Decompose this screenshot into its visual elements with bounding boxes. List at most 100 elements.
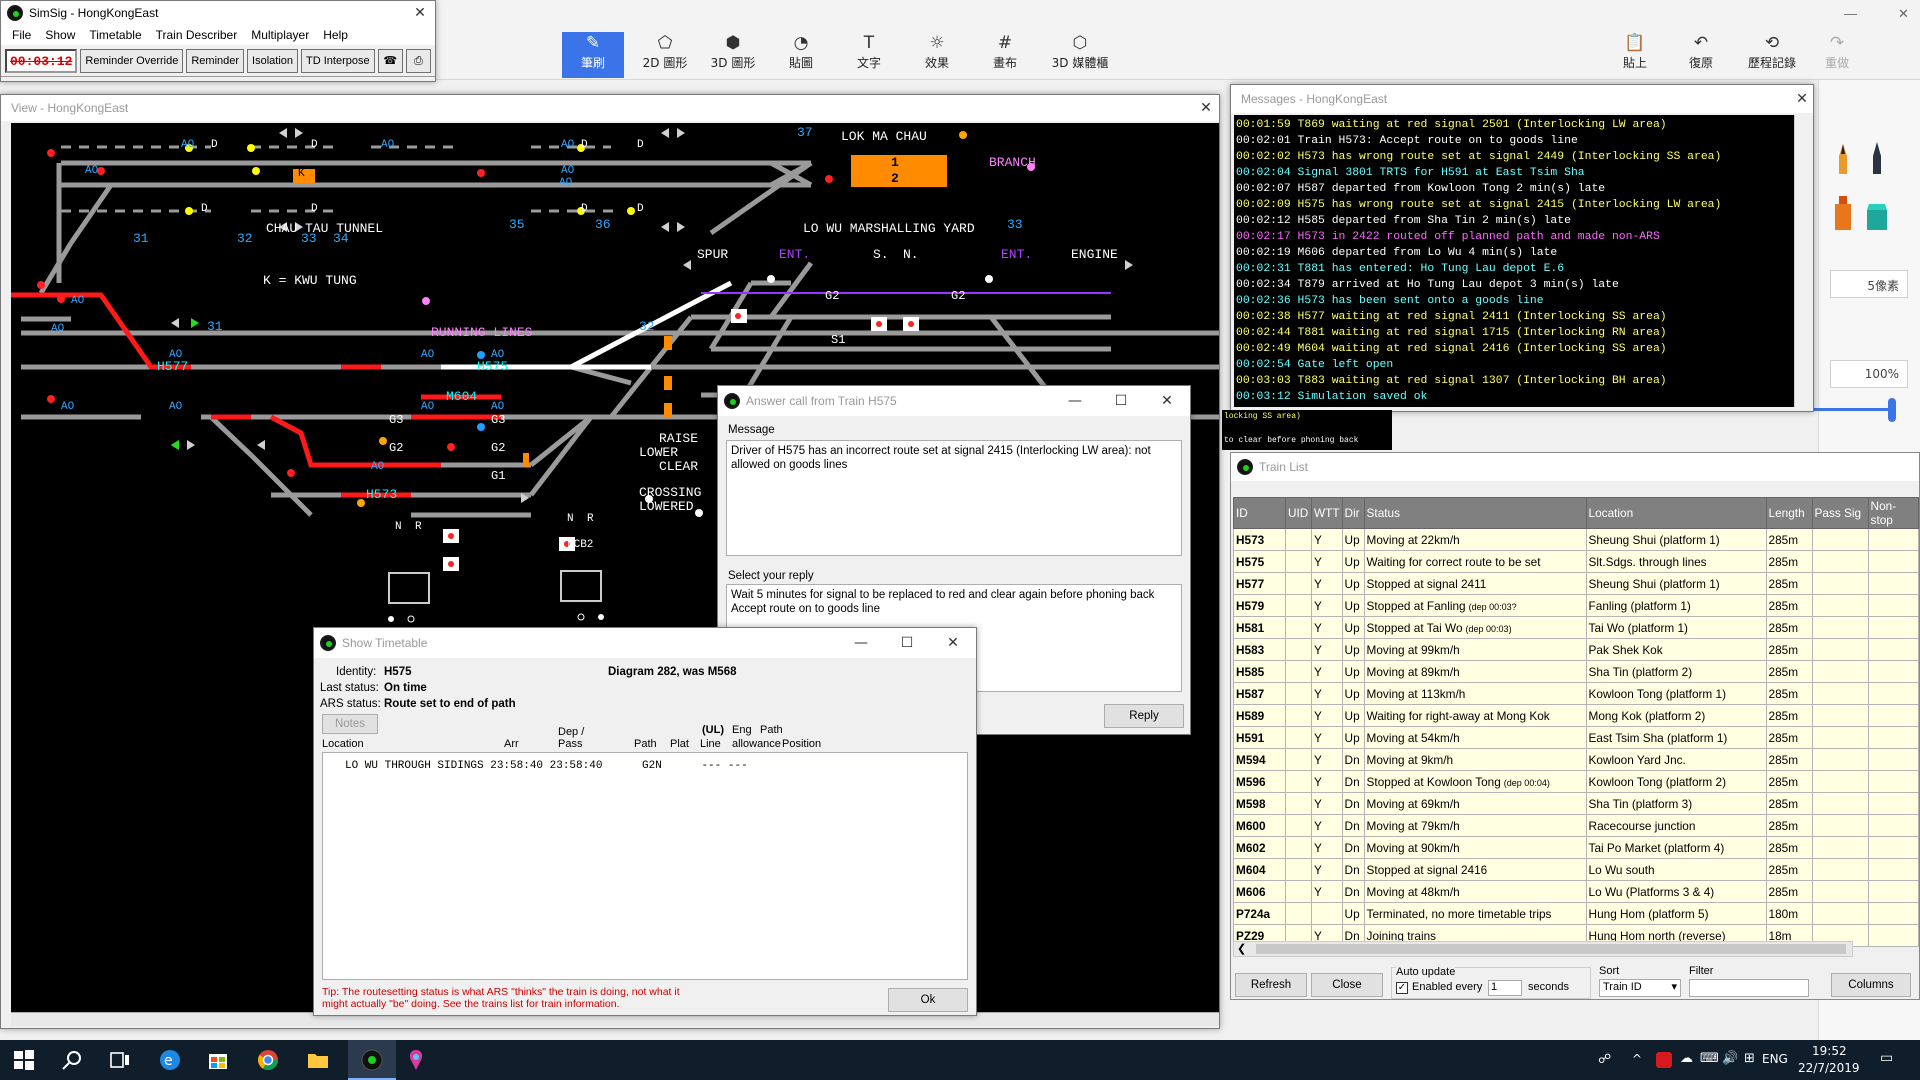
col-wtt[interactable]: WTT: [1311, 497, 1343, 529]
paste-button[interactable]: 📋 貼上: [1604, 32, 1666, 78]
train-row[interactable]: H589 Y Up Waiting for right-away at Mong Ko…: [1233, 704, 1920, 727]
interval-stepper[interactable]: 1: [1488, 980, 1522, 996]
train-row[interactable]: H583 Y Up Moving at 99km/h Pak Shek Kok 285m: [1233, 638, 1920, 661]
pen-icon[interactable]: [1865, 140, 1889, 176]
canvas-tool[interactable]: # 畫布: [974, 32, 1036, 78]
paint-3d-icon[interactable]: [404, 1048, 428, 1072]
people-icon[interactable]: ☍: [1598, 1052, 1611, 1067]
message-textbox[interactable]: Driver of H575 has an incorrect route se…: [726, 440, 1182, 556]
menu-train-describer[interactable]: Train Describer: [149, 25, 245, 45]
signal-number-36[interactable]: 36: [595, 217, 611, 232]
train-row[interactable]: M598 Y Dn Moving at 69km/h Sha Tin (platform…: [1233, 792, 1920, 815]
message-log[interactable]: 00:01:59 T869 waiting at red signal 2501…: [1234, 115, 1794, 407]
task-view-icon[interactable]: [108, 1048, 132, 1072]
col-dir[interactable]: Dir: [1341, 497, 1365, 529]
printer-icon[interactable]: ⎙: [405, 49, 431, 73]
bucket-icon[interactable]: [1865, 196, 1889, 232]
notes-button[interactable]: Notes: [322, 714, 378, 734]
thickness-field[interactable]: 5像素: [1830, 270, 1908, 298]
close-icon[interactable]: ✕: [930, 628, 976, 658]
sort-select[interactable]: Train ID ▾: [1599, 979, 1681, 997]
filter-input[interactable]: [1689, 979, 1809, 997]
history-button[interactable]: ⟲ 歷程記錄: [1736, 32, 1808, 78]
train-h575[interactable]: H575: [477, 359, 508, 374]
menu-help[interactable]: Help: [316, 25, 355, 45]
train-row[interactable]: P724a Up Terminated, no more timetable tri…: [1233, 902, 1920, 925]
train-row[interactable]: H585 Y Up Moving at 89km/h Sha Tin (platform…: [1233, 660, 1920, 683]
signal-number-31b[interactable]: 31: [207, 319, 223, 334]
signal-number-35[interactable]: 35: [509, 217, 525, 232]
isolation-button[interactable]: Isolation: [247, 49, 299, 73]
brush-tool[interactable]: ✎ 筆刷: [562, 32, 624, 78]
undo-button[interactable]: ↶ 復原: [1670, 32, 1732, 78]
reply-option[interactable]: Accept route on to goods line: [731, 602, 1177, 616]
redo-button[interactable]: ↷ 重做: [1806, 32, 1868, 78]
col-non-stop[interactable]: Non-stop: [1867, 497, 1920, 529]
reminder-button[interactable]: Reminder: [186, 49, 245, 73]
col-id[interactable]: ID: [1233, 497, 1286, 529]
text-tool[interactable]: T 文字: [838, 32, 900, 78]
train-row[interactable]: M596 Y Dn Stopped at Kowloon Tong (dep 00:04…: [1233, 770, 1920, 793]
close-icon[interactable]: ✕: [1898, 6, 1909, 22]
close-icon[interactable]: ✕: [405, 1, 435, 25]
train-row[interactable]: H573 Y Up Moving at 22km/h Sheung Shui (plat…: [1233, 528, 1920, 551]
signal-number-34[interactable]: 34: [333, 231, 349, 246]
reminder-override-button[interactable]: Reminder Override: [80, 49, 184, 73]
taskbar-simsig-active[interactable]: [348, 1040, 396, 1080]
train-row[interactable]: H577 Y Up Stopped at signal 2411 Sheung Shui…: [1233, 572, 1920, 595]
train-row[interactable]: M604 Y Dn Stopped at signal 2416 Lo Wu south…: [1233, 858, 1920, 881]
train-row[interactable]: H591 Y Up Moving at 54km/h East Tsim Sha (pl…: [1233, 726, 1920, 749]
minimize-icon[interactable]: —: [838, 628, 884, 658]
chrome-icon[interactable]: [256, 1048, 280, 1072]
2d-shape-tool[interactable]: ⬠ 2D 圖形: [634, 32, 696, 78]
maximize-icon[interactable]: ☐: [884, 628, 930, 658]
signal-number-32b[interactable]: 32: [639, 319, 655, 334]
store-icon[interactable]: [206, 1048, 230, 1072]
effects-tool[interactable]: ☼ 效果: [906, 32, 968, 78]
telephone-icon[interactable]: ☎: [377, 49, 403, 73]
3d-library-tool[interactable]: ⬡ 3D 媒體櫃: [1042, 32, 1118, 78]
train-row[interactable]: H587 Y Up Moving at 113km/h Kowloon Tong (pl…: [1233, 682, 1920, 705]
reply-option[interactable]: Wait 5 minutes for signal to be replaced…: [731, 588, 1177, 602]
clock-time[interactable]: 19:52: [1812, 1044, 1847, 1058]
marker-icon[interactable]: [1831, 140, 1855, 176]
ime-icon[interactable]: ⊞: [1744, 1051, 1755, 1066]
train-row[interactable]: H581 Y Up Stopped at Tai Wo (dep 00:03) Tai W…: [1233, 616, 1920, 639]
sticker-tool[interactable]: ◔ 貼圖: [770, 32, 832, 78]
menu-show[interactable]: Show: [38, 25, 82, 45]
signal-number-33[interactable]: 33: [1007, 217, 1023, 232]
search-icon[interactable]: [60, 1048, 84, 1072]
signal-number-31[interactable]: 31: [133, 231, 149, 246]
col-pass-sig[interactable]: Pass Sig: [1811, 497, 1869, 529]
chevron-up-icon[interactable]: ^: [1632, 1052, 1642, 1066]
close-button[interactable]: Close: [1311, 973, 1383, 997]
file-explorer-icon[interactable]: [306, 1048, 330, 1072]
chevron-left-icon[interactable]: ❮: [1237, 942, 1246, 955]
signal-number-33b[interactable]: 33: [301, 231, 317, 246]
auto-update-checkbox[interactable]: ✓: [1396, 982, 1408, 994]
3d-shape-tool[interactable]: ⬢ 3D 圖形: [702, 32, 764, 78]
onedrive-icon[interactable]: ☁: [1680, 1051, 1693, 1066]
volume-icon[interactable]: 🔊: [1722, 1051, 1738, 1066]
train-row[interactable]: M602 Y Dn Moving at 90km/h Tai Po Market (pl…: [1233, 836, 1920, 859]
train-row[interactable]: H575 Y Up Waiting for correct route to be s…: [1233, 550, 1920, 573]
close-icon[interactable]: ✕: [1193, 95, 1219, 121]
signal-number-32[interactable]: 32: [237, 231, 253, 246]
windows-start-icon[interactable]: [12, 1048, 36, 1072]
close-icon[interactable]: ✕: [1144, 386, 1190, 416]
clock-date[interactable]: 22/7/2019: [1798, 1061, 1860, 1075]
menu-multiplayer[interactable]: Multiplayer: [244, 25, 316, 45]
language-indicator[interactable]: ENG: [1762, 1052, 1788, 1066]
col-location[interactable]: Location: [1585, 497, 1767, 529]
sim-clock[interactable]: 00:03:12: [5, 49, 78, 73]
col-uid[interactable]: UID: [1285, 497, 1312, 529]
train-row[interactable]: M606 Y Dn Moving at 48km/h Lo Wu (Platforms …: [1233, 880, 1920, 903]
menu-file[interactable]: File: [5, 25, 38, 45]
train-list-hscroll[interactable]: ❮: [1233, 941, 1853, 957]
train-row[interactable]: H579 Y Up Stopped at Fanling (dep 00:03? Fanl…: [1233, 594, 1920, 617]
train-h573[interactable]: H573: [366, 487, 397, 502]
col-status[interactable]: Status: [1363, 497, 1587, 529]
tray-app-icon[interactable]: [1656, 1052, 1672, 1068]
ok-button[interactable]: Ok: [888, 988, 968, 1012]
train-m604[interactable]: M604: [446, 389, 477, 404]
